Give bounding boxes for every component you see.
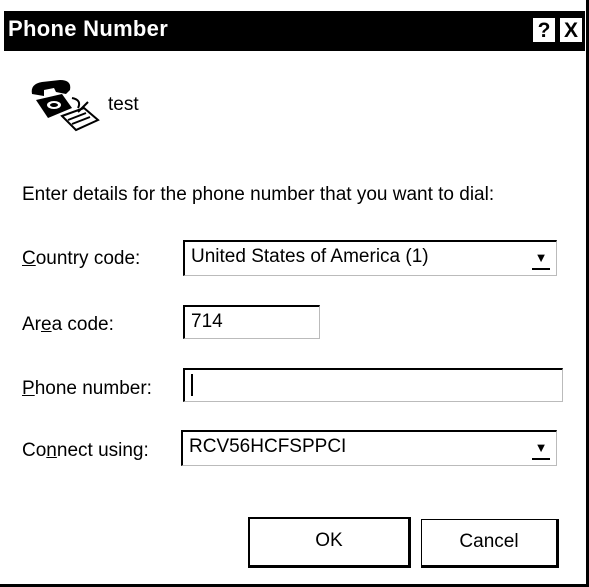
connection-name: test — [108, 94, 139, 115]
connect-using-dropdown[interactable]: RCV56HCFSPPCI ▼ — [181, 430, 557, 466]
phone-number-dialog: Phone Number ? X test Enter details for … — [0, 0, 589, 587]
dialog-title: Phone Number — [8, 16, 169, 41]
area-code-label: Area code: — [22, 314, 114, 335]
cancel-button[interactable]: Cancel — [421, 519, 559, 568]
text-caret — [191, 373, 193, 396]
connect-using-value: RCV56HCFSPPCI — [189, 436, 347, 457]
country-code-label: Country code: — [22, 248, 141, 269]
phone-icon — [31, 80, 100, 132]
instructions-text: Enter details for the phone number that … — [22, 184, 495, 205]
title-bar: Phone Number ? X — [4, 11, 585, 51]
phone-number-label: Phone number: — [22, 378, 152, 399]
close-button[interactable]: X — [559, 17, 583, 43]
ok-button[interactable]: OK — [248, 517, 411, 568]
help-button[interactable]: ? — [532, 17, 556, 43]
country-code-dropdown[interactable]: United States of America (1) ▼ — [183, 240, 557, 276]
chevron-down-icon[interactable]: ▼ — [532, 438, 550, 460]
country-code-value: United States of America (1) — [191, 246, 429, 267]
chevron-down-icon[interactable]: ▼ — [532, 248, 550, 270]
connect-using-label: Connect using: — [22, 440, 149, 461]
phone-number-input[interactable] — [183, 368, 563, 402]
area-code-input[interactable]: 714 — [183, 305, 320, 339]
